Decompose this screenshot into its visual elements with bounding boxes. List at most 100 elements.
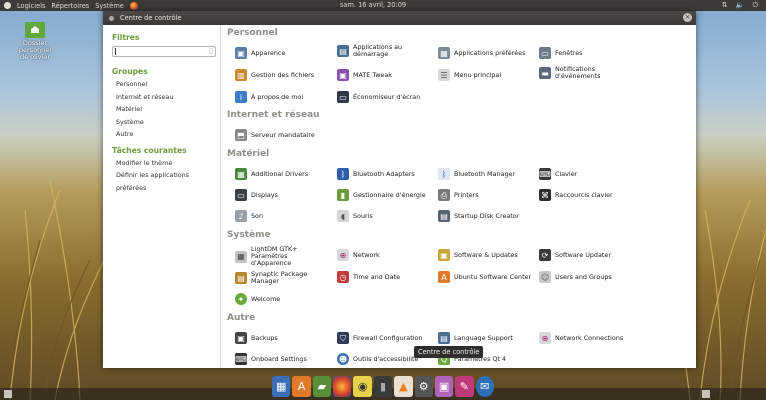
proxy-icon: ⬒ bbox=[235, 129, 247, 141]
item-printers[interactable]: ⎙ Printers bbox=[438, 189, 479, 201]
item-clavier[interactable]: ⌨ Clavier bbox=[539, 168, 577, 180]
item-gestionnaire-energie[interactable]: ▮ Gestionnaire d'énergie bbox=[337, 189, 426, 201]
clock[interactable]: sam. 16 avril, 20:09 bbox=[340, 1, 406, 9]
item-notifications[interactable]: ▬ Notifications d'événements bbox=[539, 66, 633, 80]
lightdm-icon: ▦ bbox=[235, 250, 247, 263]
search-input[interactable]: ▯ bbox=[112, 46, 216, 57]
item-network[interactable]: ⊕ Network bbox=[337, 249, 380, 261]
close-icon[interactable]: × bbox=[683, 13, 692, 22]
item-software-updater[interactable]: ⟳ Software Updater bbox=[539, 249, 611, 261]
main-menu-icon: ☰ bbox=[438, 69, 450, 81]
sound-icon: ♪ bbox=[235, 210, 247, 222]
item-language-support[interactable]: ▤ Language Support bbox=[438, 332, 513, 344]
volume-icon[interactable]: 🔈 bbox=[736, 1, 745, 10]
home-folder-desktop-icon[interactable]: Dossier personnel de olivier bbox=[6, 22, 64, 61]
item-bluetooth-manager[interactable]: ᛒ Bluetooth Manager bbox=[438, 168, 515, 180]
item-firewall[interactable]: ⛉ Firewall Configuration bbox=[337, 332, 422, 344]
dock-thunderbird-icon[interactable]: ✉ bbox=[475, 376, 494, 397]
window-menu-icon[interactable] bbox=[109, 15, 114, 21]
section-autre: Autre bbox=[227, 313, 256, 323]
power-icon[interactable]: ⏻ bbox=[752, 1, 758, 10]
dock-software-center-icon[interactable]: A bbox=[292, 376, 311, 397]
groups-heading: Groupes bbox=[112, 67, 148, 76]
menu-logiciels[interactable]: Logiciels bbox=[17, 2, 45, 10]
keyboard-icon: ⌨ bbox=[539, 168, 551, 180]
item-outils-accessibilite[interactable]: ☻ Outils d'accessibilité bbox=[337, 353, 418, 365]
firefox-launcher-icon[interactable] bbox=[129, 1, 138, 10]
welcome-icon: ✦ bbox=[235, 293, 247, 305]
dock-tooltip: Centre de contrôle bbox=[414, 346, 484, 358]
item-souris[interactable]: ◖ Souris bbox=[337, 210, 373, 222]
item-users-groups[interactable]: ☺ Users and Groups bbox=[539, 271, 612, 283]
item-son[interactable]: ♪ Son bbox=[235, 210, 263, 222]
home-folder-label-line2: de olivier bbox=[19, 53, 51, 61]
network-settings-icon: ⊕ bbox=[337, 249, 349, 261]
bluetooth-manager-icon: ᛒ bbox=[438, 168, 450, 180]
mouse-icon: ◖ bbox=[337, 210, 349, 222]
item-bluetooth-adapters[interactable]: ᛒ Bluetooth Adapters bbox=[337, 168, 415, 180]
network-icon[interactable]: ⇅ bbox=[722, 1, 728, 10]
dock-vlc-icon[interactable]: ▲ bbox=[394, 376, 413, 397]
task-preferred-apps[interactable]: Définir les applications préférées bbox=[116, 169, 220, 192]
time-date-icon: ◷ bbox=[337, 271, 349, 283]
item-onboard-settings[interactable]: ⌨ Onboard Settings bbox=[235, 353, 307, 365]
item-apparence[interactable]: ▣ Apparence bbox=[235, 47, 285, 59]
dock-gear-icon[interactable]: ⚙ bbox=[414, 376, 433, 397]
ubuntu-logo-icon[interactable] bbox=[4, 2, 11, 9]
workspace-switcher-icon[interactable] bbox=[702, 390, 710, 398]
dock-terminal-icon[interactable]: ▮ bbox=[373, 376, 393, 397]
home-folder-icon bbox=[25, 22, 45, 38]
item-economiseur[interactable]: ▭ Économiseur d'écran bbox=[337, 91, 420, 103]
item-raccourcis-clavier[interactable]: ⌘ Raccourcis clavier bbox=[539, 189, 613, 201]
item-welcome[interactable]: ✦ Welcome bbox=[235, 293, 280, 305]
item-fenetres[interactable]: ▭ Fenêtres bbox=[539, 47, 583, 59]
item-gestion-fichiers[interactable]: ▥ Gestion des fichiers bbox=[235, 69, 314, 81]
section-internet: Internet et réseau bbox=[227, 110, 320, 120]
item-displays[interactable]: ▭ Displays bbox=[235, 189, 278, 201]
group-autre[interactable]: Autre bbox=[116, 128, 220, 141]
drivers-icon: ▦ bbox=[235, 168, 247, 180]
clear-search-icon[interactable]: ▯ bbox=[209, 47, 213, 55]
appearance-icon: ▣ bbox=[235, 47, 247, 59]
dock-firefox-icon[interactable] bbox=[333, 376, 352, 397]
tasks-heading: Tâches courantes bbox=[112, 145, 187, 155]
bluetooth-icon: ᛒ bbox=[337, 168, 349, 180]
item-software-updates[interactable]: ▣ Software & Updates bbox=[438, 249, 518, 261]
keyboard-shortcuts-icon: ⌘ bbox=[539, 189, 551, 201]
group-internet[interactable]: Internet et réseau bbox=[116, 91, 220, 104]
sidebar: Filtres ▯ Groupes Personnel Internet et … bbox=[103, 25, 221, 368]
item-applications-demarrage[interactable]: ▤ Applications au démarrage bbox=[337, 44, 431, 58]
dock-files-icon[interactable]: ▦ bbox=[272, 376, 291, 397]
dock-folder-icon[interactable]: ▰ bbox=[312, 376, 332, 397]
group-materiel[interactable]: Matériel bbox=[116, 103, 220, 116]
item-lightdm[interactable]: ▦ LightDM GTK+ Paramètres d'Apparence bbox=[235, 246, 329, 267]
item-mate-tweak[interactable]: ▣ MATE Tweak bbox=[337, 69, 392, 81]
dock-rhythmbox-icon[interactable]: ◉ bbox=[353, 376, 372, 397]
firewall-icon: ⛉ bbox=[337, 332, 349, 344]
software-updates-icon: ▣ bbox=[438, 249, 450, 261]
file-manager-icon: ▥ bbox=[235, 69, 247, 81]
dock-settings-icon[interactable]: ✎ bbox=[455, 376, 474, 397]
accessibility-icon: ☻ bbox=[337, 353, 349, 365]
item-a-propos[interactable]: iÀ propos de moi bbox=[235, 91, 303, 103]
item-network-connections[interactable]: ⊕ Network Connections bbox=[539, 332, 623, 344]
menu-systeme[interactable]: Système bbox=[95, 2, 124, 10]
dock-control-center-icon[interactable]: ▣ bbox=[434, 376, 454, 397]
item-time-date[interactable]: ◷ Time and Date bbox=[337, 271, 400, 283]
task-modify-theme[interactable]: Modifier le thème bbox=[116, 157, 220, 170]
group-systeme[interactable]: Système bbox=[116, 116, 220, 129]
display-icon: ▭ bbox=[235, 189, 247, 201]
item-additional-drivers[interactable]: ▦ Additional Drivers bbox=[235, 168, 308, 180]
item-backups[interactable]: ▣ Backups bbox=[235, 332, 278, 344]
item-serveur-mandataire[interactable]: ⬒ Serveur mandataire bbox=[235, 129, 315, 141]
item-applications-preferees[interactable]: ▦ Applications préférées bbox=[438, 47, 525, 59]
show-desktop-icon[interactable] bbox=[4, 390, 12, 398]
group-personnel[interactable]: Personnel bbox=[116, 78, 220, 91]
menu-repertoires[interactable]: Répertoires bbox=[51, 2, 89, 10]
item-startup-disk-creator[interactable]: ▤ Startup Disk Creator bbox=[438, 210, 519, 222]
item-ubuntu-software-center[interactable]: A Ubuntu Software Center bbox=[438, 271, 531, 283]
item-menu-principal[interactable]: ☰ Menu principal bbox=[438, 69, 501, 81]
window-titlebar[interactable]: Centre de contrôle × bbox=[103, 11, 696, 25]
item-synaptic[interactable]: ▤ Synaptic Package Manager bbox=[235, 271, 329, 285]
notifications-icon: ▬ bbox=[539, 67, 551, 79]
